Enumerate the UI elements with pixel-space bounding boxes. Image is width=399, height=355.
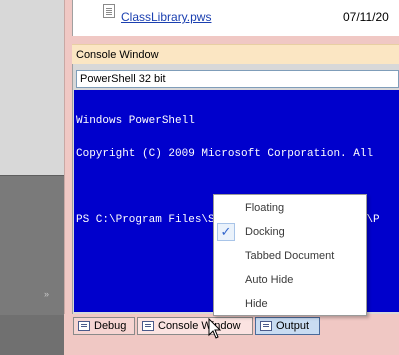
tab-output[interactable]: Output <box>255 317 320 335</box>
tab-console-window[interactable]: Console Window <box>137 317 253 335</box>
file-link[interactable]: ClassLibrary.pws <box>121 10 211 24</box>
dock-context-menu: Floating ✓ Docking Tabbed Document Auto … <box>213 194 367 316</box>
menu-item-tabbed-document[interactable]: Tabbed Document <box>214 245 366 267</box>
menu-item-auto-hide[interactable]: Auto Hide <box>214 269 366 291</box>
left-panel-middle <box>0 175 64 315</box>
console-title: Console Window <box>76 49 159 61</box>
chevron-double-down-icon[interactable]: » <box>44 290 49 299</box>
terminal-line: Windows PowerShell <box>76 115 195 127</box>
tab-debug[interactable]: Debug <box>73 317 135 335</box>
mouse-cursor-icon <box>208 318 222 339</box>
menu-item-hide[interactable]: Hide <box>214 293 366 315</box>
file-list: ClassLibrary.pws 07/11/20 <box>72 0 399 36</box>
menu-item-floating[interactable]: Floating <box>214 197 366 219</box>
file-date: 07/11/20 <box>343 10 389 24</box>
menu-item-docking[interactable]: ✓ Docking <box>214 221 366 243</box>
output-tab-icon <box>260 321 272 331</box>
checkmark-icon: ✓ <box>217 223 235 241</box>
left-panel-top <box>0 0 64 175</box>
menu-item-label: Docking <box>245 226 285 238</box>
document-icon <box>103 4 115 18</box>
console-tab-icon <box>142 321 154 331</box>
shell-select[interactable]: PowerShell 32 bit <box>76 70 399 88</box>
menu-item-label: Floating <box>245 202 285 214</box>
tab-output-label: Output <box>276 320 310 332</box>
tab-console-label: Console Window <box>158 320 241 332</box>
debug-tab-icon <box>78 321 90 331</box>
tab-debug-label: Debug <box>94 320 127 332</box>
console-title-bar[interactable]: Console Window <box>72 44 399 64</box>
left-panel-bottom <box>0 315 64 355</box>
left-panel-divider <box>0 175 64 176</box>
menu-item-label: Tabbed Document <box>245 250 335 262</box>
menu-item-label: Hide <box>245 298 268 310</box>
terminal-line: Copyright (C) 2009 Microsoft Corporation… <box>76 148 374 160</box>
menu-item-label: Auto Hide <box>245 274 294 286</box>
